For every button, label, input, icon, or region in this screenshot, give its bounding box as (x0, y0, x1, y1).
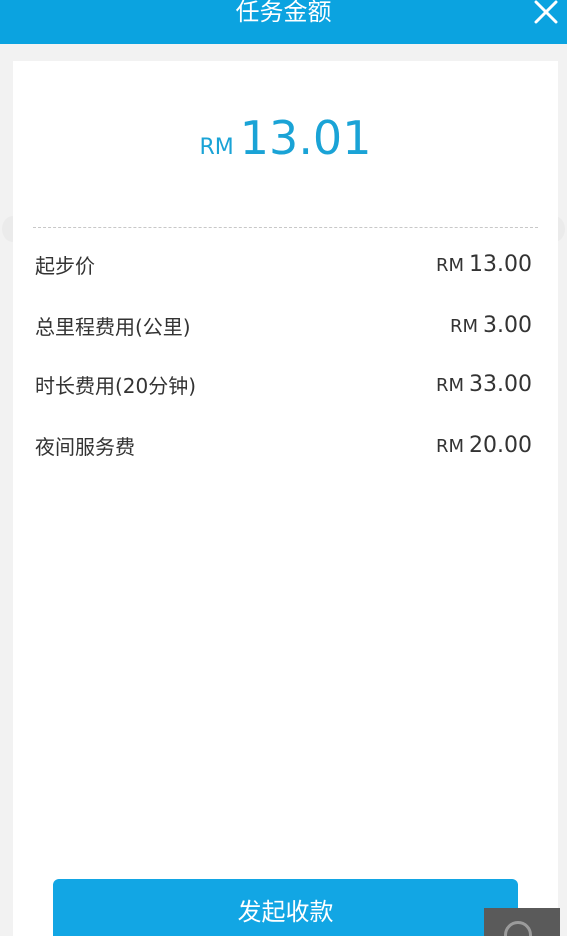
total-amount-value: 13.01 (239, 111, 372, 165)
fee-currency: RM (435, 435, 465, 457)
fee-row-distance: 总里程费用(公里) RM 3.00 (35, 310, 532, 340)
fee-value: 3.00 (483, 312, 532, 338)
collect-payment-button[interactable]: 发起收款 (53, 879, 518, 936)
fee-label: 夜间服务费 (35, 434, 135, 459)
fee-currency: RM (449, 315, 479, 337)
fee-row-base-fare: 起步价 RM 13.00 (35, 249, 532, 279)
fee-value: 13.00 (469, 251, 532, 277)
fee-value: 20.00 (469, 432, 532, 458)
total-amount: RM 13.01 (13, 111, 558, 165)
close-button[interactable] (533, 0, 559, 24)
fee-label: 起步价 (35, 253, 95, 278)
fee-amount: RM 13.00 (436, 252, 532, 277)
page-title: 任务金额 (235, 0, 332, 26)
total-amount-currency: RM (199, 135, 234, 160)
floating-assist-button[interactable] (484, 908, 560, 936)
fee-value: 33.00 (469, 371, 532, 397)
amount-card: RM 13.01 起步价 RM 13.00 总里程费用(公里) RM 3.00 时长费… (13, 61, 558, 936)
fee-currency: RM (435, 374, 465, 396)
header-bar: 任务金额 (0, 0, 567, 44)
fee-row-duration: 时长费用(20分钟) RM 33.00 (35, 369, 532, 399)
fee-label: 总里程费用(公里) (35, 314, 191, 339)
task-amount-page: 任务金额 RM 13.01 起步价 RM 13.00 总里程费用(公里) RM 3.0… (0, 0, 567, 936)
dashed-divider (33, 227, 538, 228)
fee-label: 时长费用(20分钟) (35, 373, 197, 398)
floating-assist-icon (504, 921, 532, 936)
fee-row-night-service: 夜间服务费 RM 20.00 (35, 430, 532, 460)
close-icon (534, 0, 558, 24)
fee-amount: RM 3.00 (450, 313, 532, 338)
fee-currency: RM (435, 254, 465, 276)
fee-amount: RM 20.00 (436, 433, 532, 458)
fee-amount: RM 33.00 (436, 372, 532, 397)
